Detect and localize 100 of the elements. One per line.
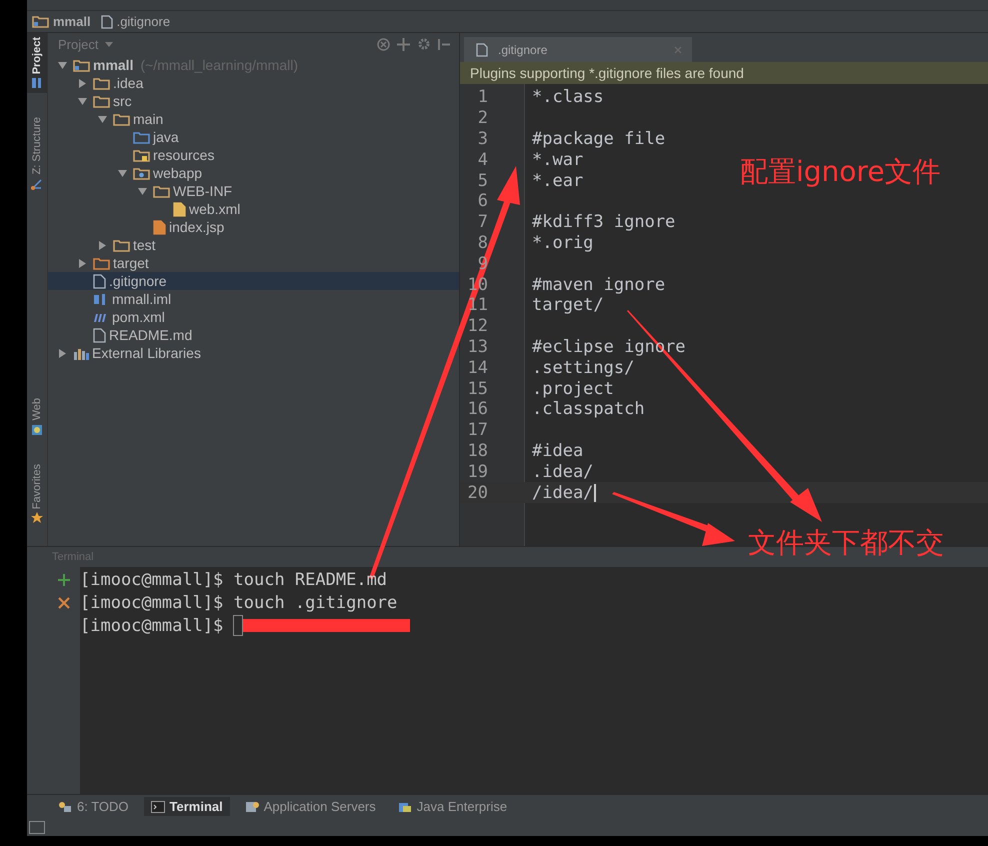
file-icon [153,220,166,234]
line-number: 2 [476,108,488,128]
code-line: #package file [532,128,666,149]
folder-icon [93,94,110,108]
tree-item[interactable]: README.md [48,326,459,344]
layout-toggle-icon[interactable] [29,820,45,834]
editor-tab[interactable]: .gitignore [464,37,692,62]
expand-arrow-icon[interactable] [78,78,86,88]
code-line: *.war [532,150,584,170]
tree-item[interactable]: index.jsp [48,218,459,236]
folder-icon [93,256,110,270]
code-line: .classpatch [532,399,645,420]
code-line: .project [532,378,614,399]
todo-icon [58,800,72,812]
code-line: *.ear [532,170,584,191]
folder-icon [113,238,130,252]
line-number: 16 [466,399,488,420]
terminal-line: [imooc@mmall]$ touch README.md [80,570,388,590]
line-number: 7 [476,212,488,232]
code-line: #idea [532,440,584,461]
folder-icon [133,166,150,180]
text-cursor [594,484,596,502]
line-number: 1 [476,87,488,108]
collapse-arrow-icon[interactable] [138,186,146,196]
code-line: /idea/ [532,482,594,503]
code-line: *.class [532,87,604,108]
expand-arrow-icon[interactable] [98,240,106,250]
tree-item[interactable]: java [48,128,459,146]
breadcrumb-item[interactable]: .gitignore [116,14,170,29]
code-line: #kdiff3 ignore [532,212,676,232]
tool-window-tab[interactable]: 6: TODO [51,797,136,816]
line-number: 3 [476,128,488,149]
tree-item[interactable]: mmall.iml [48,290,459,308]
tree-item[interactable]: External Libraries [48,344,459,362]
tool-window-tab[interactable]: Java Enterprise [390,797,514,816]
folder-icon [73,58,90,72]
collapse-arrow-icon[interactable] [58,60,66,70]
caret-icon[interactable] [105,42,114,46]
line-number: 6 [476,191,488,212]
collapse-arrow-icon[interactable] [78,96,86,106]
tool-window-tab[interactable]: Z: Structure [27,113,47,194]
close-icon[interactable] [58,597,70,609]
line-number: 4 [476,150,488,170]
line-number: 14 [466,358,488,378]
folder-icon [133,148,150,162]
file-icon [93,274,106,288]
tree-item[interactable]: target [48,254,459,272]
tool-window-tab[interactable]: Application Servers [238,797,383,816]
folder-icon [93,76,110,90]
annotation-text: 配置ignore文件 [740,154,941,190]
line-number: 12 [466,316,488,336]
structure-icon [31,178,43,190]
add-icon[interactable] [58,574,70,586]
tool-window-tab[interactable]: Project [27,33,47,94]
folder-icon [133,130,150,144]
crosshair-icon[interactable] [397,38,410,50]
maven-file-icon [93,311,109,323]
terminal-line: [imooc@mmall]$ touch .gitignore [80,592,398,612]
expand-arrow-icon[interactable] [58,348,66,358]
code-line: *.orig [532,232,594,253]
collapse-icon[interactable] [377,38,390,50]
code-line: .idea/ [532,462,594,482]
settings-icon[interactable] [417,37,431,51]
annotation-text: 文件夹下都不交 [748,527,944,561]
breadcrumb-item[interactable]: mmall [53,14,91,29]
terminal-icon [150,800,165,812]
file-icon [93,328,106,342]
collapse-arrow-icon[interactable] [98,114,106,124]
expand-arrow-icon[interactable] [78,258,86,268]
folder-icon [113,112,130,126]
terminal-line: [imooc@mmall]$ [80,616,224,636]
tree-item[interactable]: main [48,110,459,128]
tree-item[interactable]: .gitignore [48,272,459,290]
collapse-arrow-icon[interactable] [118,168,126,178]
line-number: 13 [466,336,488,357]
tool-window-tab[interactable]: Favorites [27,460,47,528]
tree-item[interactable]: web.xml [48,200,459,218]
project-icon [31,77,43,90]
star-icon [31,512,43,524]
line-number: 17 [466,420,488,440]
tree-item[interactable]: resources [48,146,459,164]
tree-item[interactable]: WEB-INF [48,182,459,200]
line-number: 5 [476,170,488,191]
tree-item[interactable]: webapp [48,164,459,182]
server-icon [244,800,259,812]
tree-item[interactable]: .idea [48,74,459,92]
line-number: 18 [466,440,488,461]
file-icon [173,202,186,216]
tree-item[interactable]: src [48,92,459,110]
tool-window-tab[interactable]: Terminal [144,797,230,816]
hide-panel-icon[interactable] [438,38,451,50]
line-number: 19 [466,462,488,482]
tree-item[interactable]: test [48,236,459,254]
tree-item[interactable]: pom.xml [48,308,459,326]
plugin-notice: Plugins supporting *.gitignore files are found [460,62,988,84]
line-number: 20 [466,482,488,503]
line-number: 8 [476,232,488,253]
file-icon [476,42,488,56]
code-line: .settings/ [532,358,634,378]
tool-window-tab[interactable]: Web [27,394,47,440]
